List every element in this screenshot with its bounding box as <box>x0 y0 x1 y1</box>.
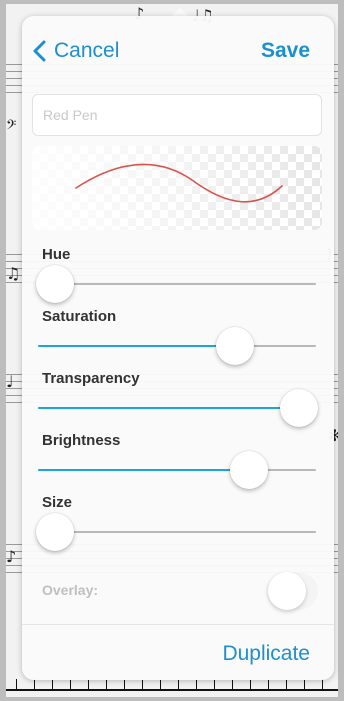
size-slider[interactable]: Size <box>35 494 318 556</box>
divider <box>22 624 334 625</box>
transparency-label: Transparency <box>42 370 140 387</box>
overlay-label: Overlay: <box>42 582 99 598</box>
nav-bar: Cancel Save <box>22 34 334 68</box>
cancel-button[interactable]: Cancel <box>32 34 119 68</box>
hue-slider-thumb[interactable] <box>35 265 74 303</box>
chevron-left-icon <box>33 40 46 62</box>
duplicate-button[interactable]: Duplicate <box>222 642 310 666</box>
saturation-slider[interactable]: Saturation <box>36 308 318 370</box>
hue-label: Hue <box>42 246 71 263</box>
pen-name-input[interactable] <box>32 94 322 136</box>
hue-slider[interactable]: Hue <box>35 246 318 308</box>
cancel-label: Cancel <box>54 39 120 62</box>
transparency-track-fill <box>38 407 300 409</box>
pen-stroke-preview <box>32 146 322 230</box>
saturation-track[interactable] <box>38 345 316 347</box>
hue-track[interactable] <box>38 283 316 285</box>
brightness-track-fill <box>38 469 250 471</box>
overlay-row: Overlay: <box>36 572 318 612</box>
saturation-track-fill <box>38 345 236 347</box>
saturation-label: Saturation <box>42 308 117 325</box>
overlay-toggle[interactable] <box>266 572 318 610</box>
save-button[interactable]: Save <box>261 34 310 68</box>
transparency-slider[interactable]: Transparency <box>36 370 319 432</box>
brightness-label: Brightness <box>42 432 121 449</box>
transparency-slider-thumb[interactable] <box>280 389 319 427</box>
brightness-slider[interactable]: Brightness <box>36 432 318 494</box>
brightness-slider-thumb[interactable] <box>230 451 269 489</box>
size-track[interactable] <box>38 531 316 533</box>
brightness-track[interactable] <box>38 469 316 471</box>
size-slider-thumb[interactable] <box>35 513 74 551</box>
preview-stroke <box>75 163 283 203</box>
pen-editor-popover: Cancel Save Hue Saturation Transparency Bri… <box>22 16 334 680</box>
saturation-slider-thumb[interactable] <box>216 327 255 365</box>
size-label: Size <box>42 494 73 511</box>
overlay-toggle-knob <box>268 572 306 610</box>
transparency-track[interactable] <box>38 407 316 409</box>
